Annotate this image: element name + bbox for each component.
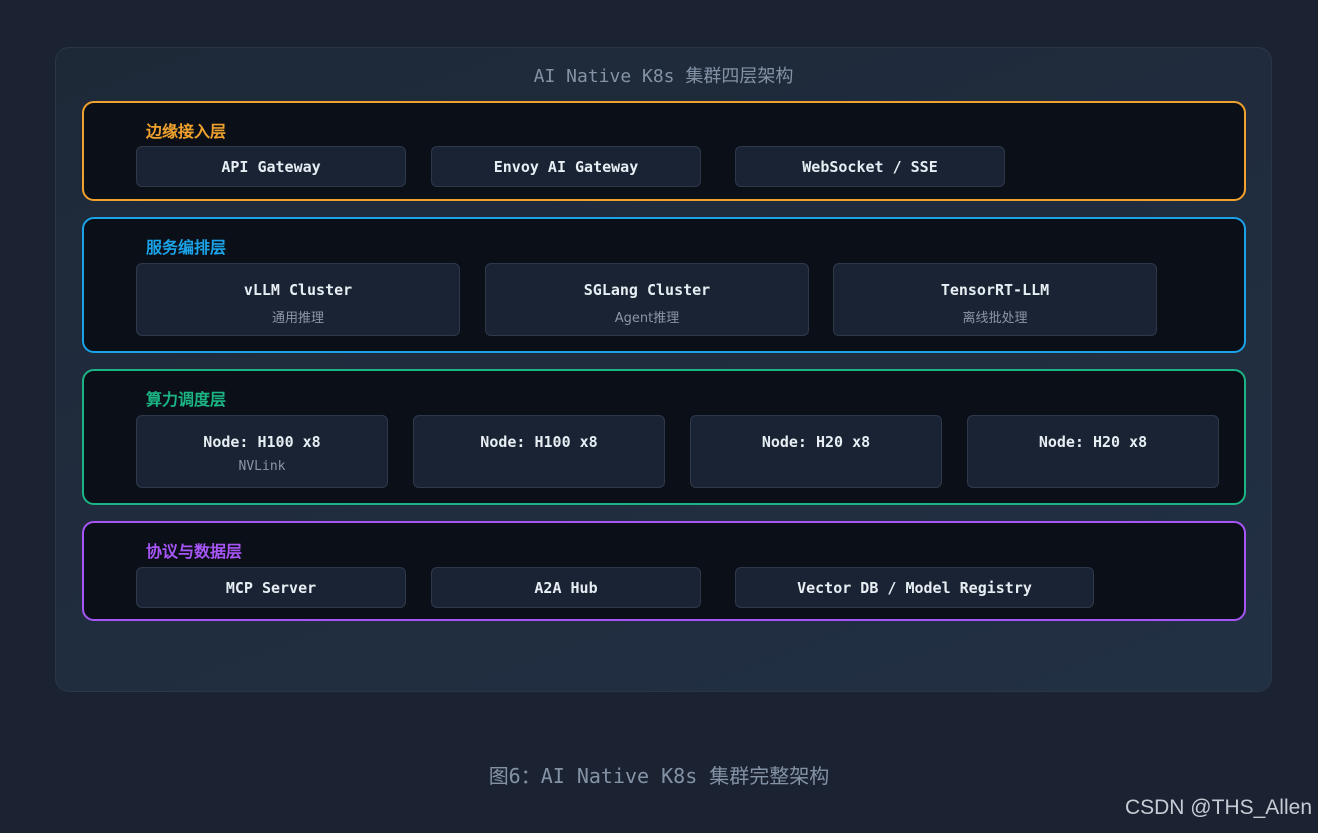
component-box: Vector DB / Model Registry	[735, 567, 1094, 608]
node-box: Node: H100 x8	[413, 415, 665, 488]
component-box: A2A Hub	[431, 567, 701, 608]
figure-caption: 图6：AI Native K8s 集群完整架构	[488, 764, 830, 788]
node-box: Node: H100 x8 NVLink	[136, 415, 388, 488]
component-label: TensorRT-LLM	[940, 281, 1050, 299]
component-sublabel: 离线批处理	[962, 311, 1028, 326]
component-box: API Gateway	[136, 146, 406, 187]
node-box: Node: H20 x8	[967, 415, 1219, 488]
layer-compute-scheduling: 算力调度层 Node: H100 x8 NVLink Node: H100 x8…	[82, 369, 1246, 505]
component-label: A2A Hub	[534, 578, 598, 597]
layer-title: 边缘接入层	[146, 122, 227, 141]
layer-title: 算力调度层	[146, 390, 227, 409]
component-label: Node: H100 x8	[480, 433, 598, 451]
component-box: WebSocket / SSE	[735, 146, 1005, 187]
component-sublabel: Agent推理	[614, 311, 680, 326]
watermark: CSDN @THS_Allen	[1124, 796, 1312, 819]
component-box: vLLM Cluster 通用推理	[136, 263, 460, 336]
layer-title: 服务编排层	[146, 238, 227, 257]
node-box: Node: H20 x8	[690, 415, 942, 488]
component-label: SGLang Cluster	[583, 281, 711, 299]
component-label: Envoy AI Gateway	[493, 157, 639, 176]
layer-service-orchestration: 服务编排层 vLLM Cluster 通用推理 SGLang Cluster A…	[82, 217, 1246, 353]
component-label: WebSocket / SSE	[802, 157, 938, 176]
layer-edge-access: 边缘接入层 API Gateway Envoy AI Gateway WebSo…	[82, 101, 1246, 201]
component-label: vLLM Cluster	[243, 281, 353, 299]
component-box: MCP Server	[136, 567, 406, 608]
component-label: API Gateway	[221, 157, 321, 176]
component-label: Node: H20 x8	[761, 433, 871, 451]
component-box: SGLang Cluster Agent推理	[485, 263, 809, 336]
component-box: TensorRT-LLM 离线批处理	[833, 263, 1157, 336]
component-sublabel: NVLink	[238, 459, 286, 474]
component-label: Vector DB / Model Registry	[797, 578, 1032, 597]
component-label: Node: H20 x8	[1038, 433, 1148, 451]
component-label: Node: H100 x8	[203, 433, 321, 451]
component-box: Envoy AI Gateway	[431, 146, 701, 187]
architecture-panel: AI Native K8s 集群四层架构 边缘接入层 API Gateway E…	[55, 47, 1272, 692]
component-sublabel: 通用推理	[271, 311, 324, 326]
diagram-title: AI Native K8s 集群四层架构	[533, 66, 794, 87]
layer-title: 协议与数据层	[146, 542, 243, 561]
layer-protocol-data: 协议与数据层 MCP Server A2A Hub Vector DB / Mo…	[82, 521, 1246, 621]
component-label: MCP Server	[225, 578, 317, 597]
